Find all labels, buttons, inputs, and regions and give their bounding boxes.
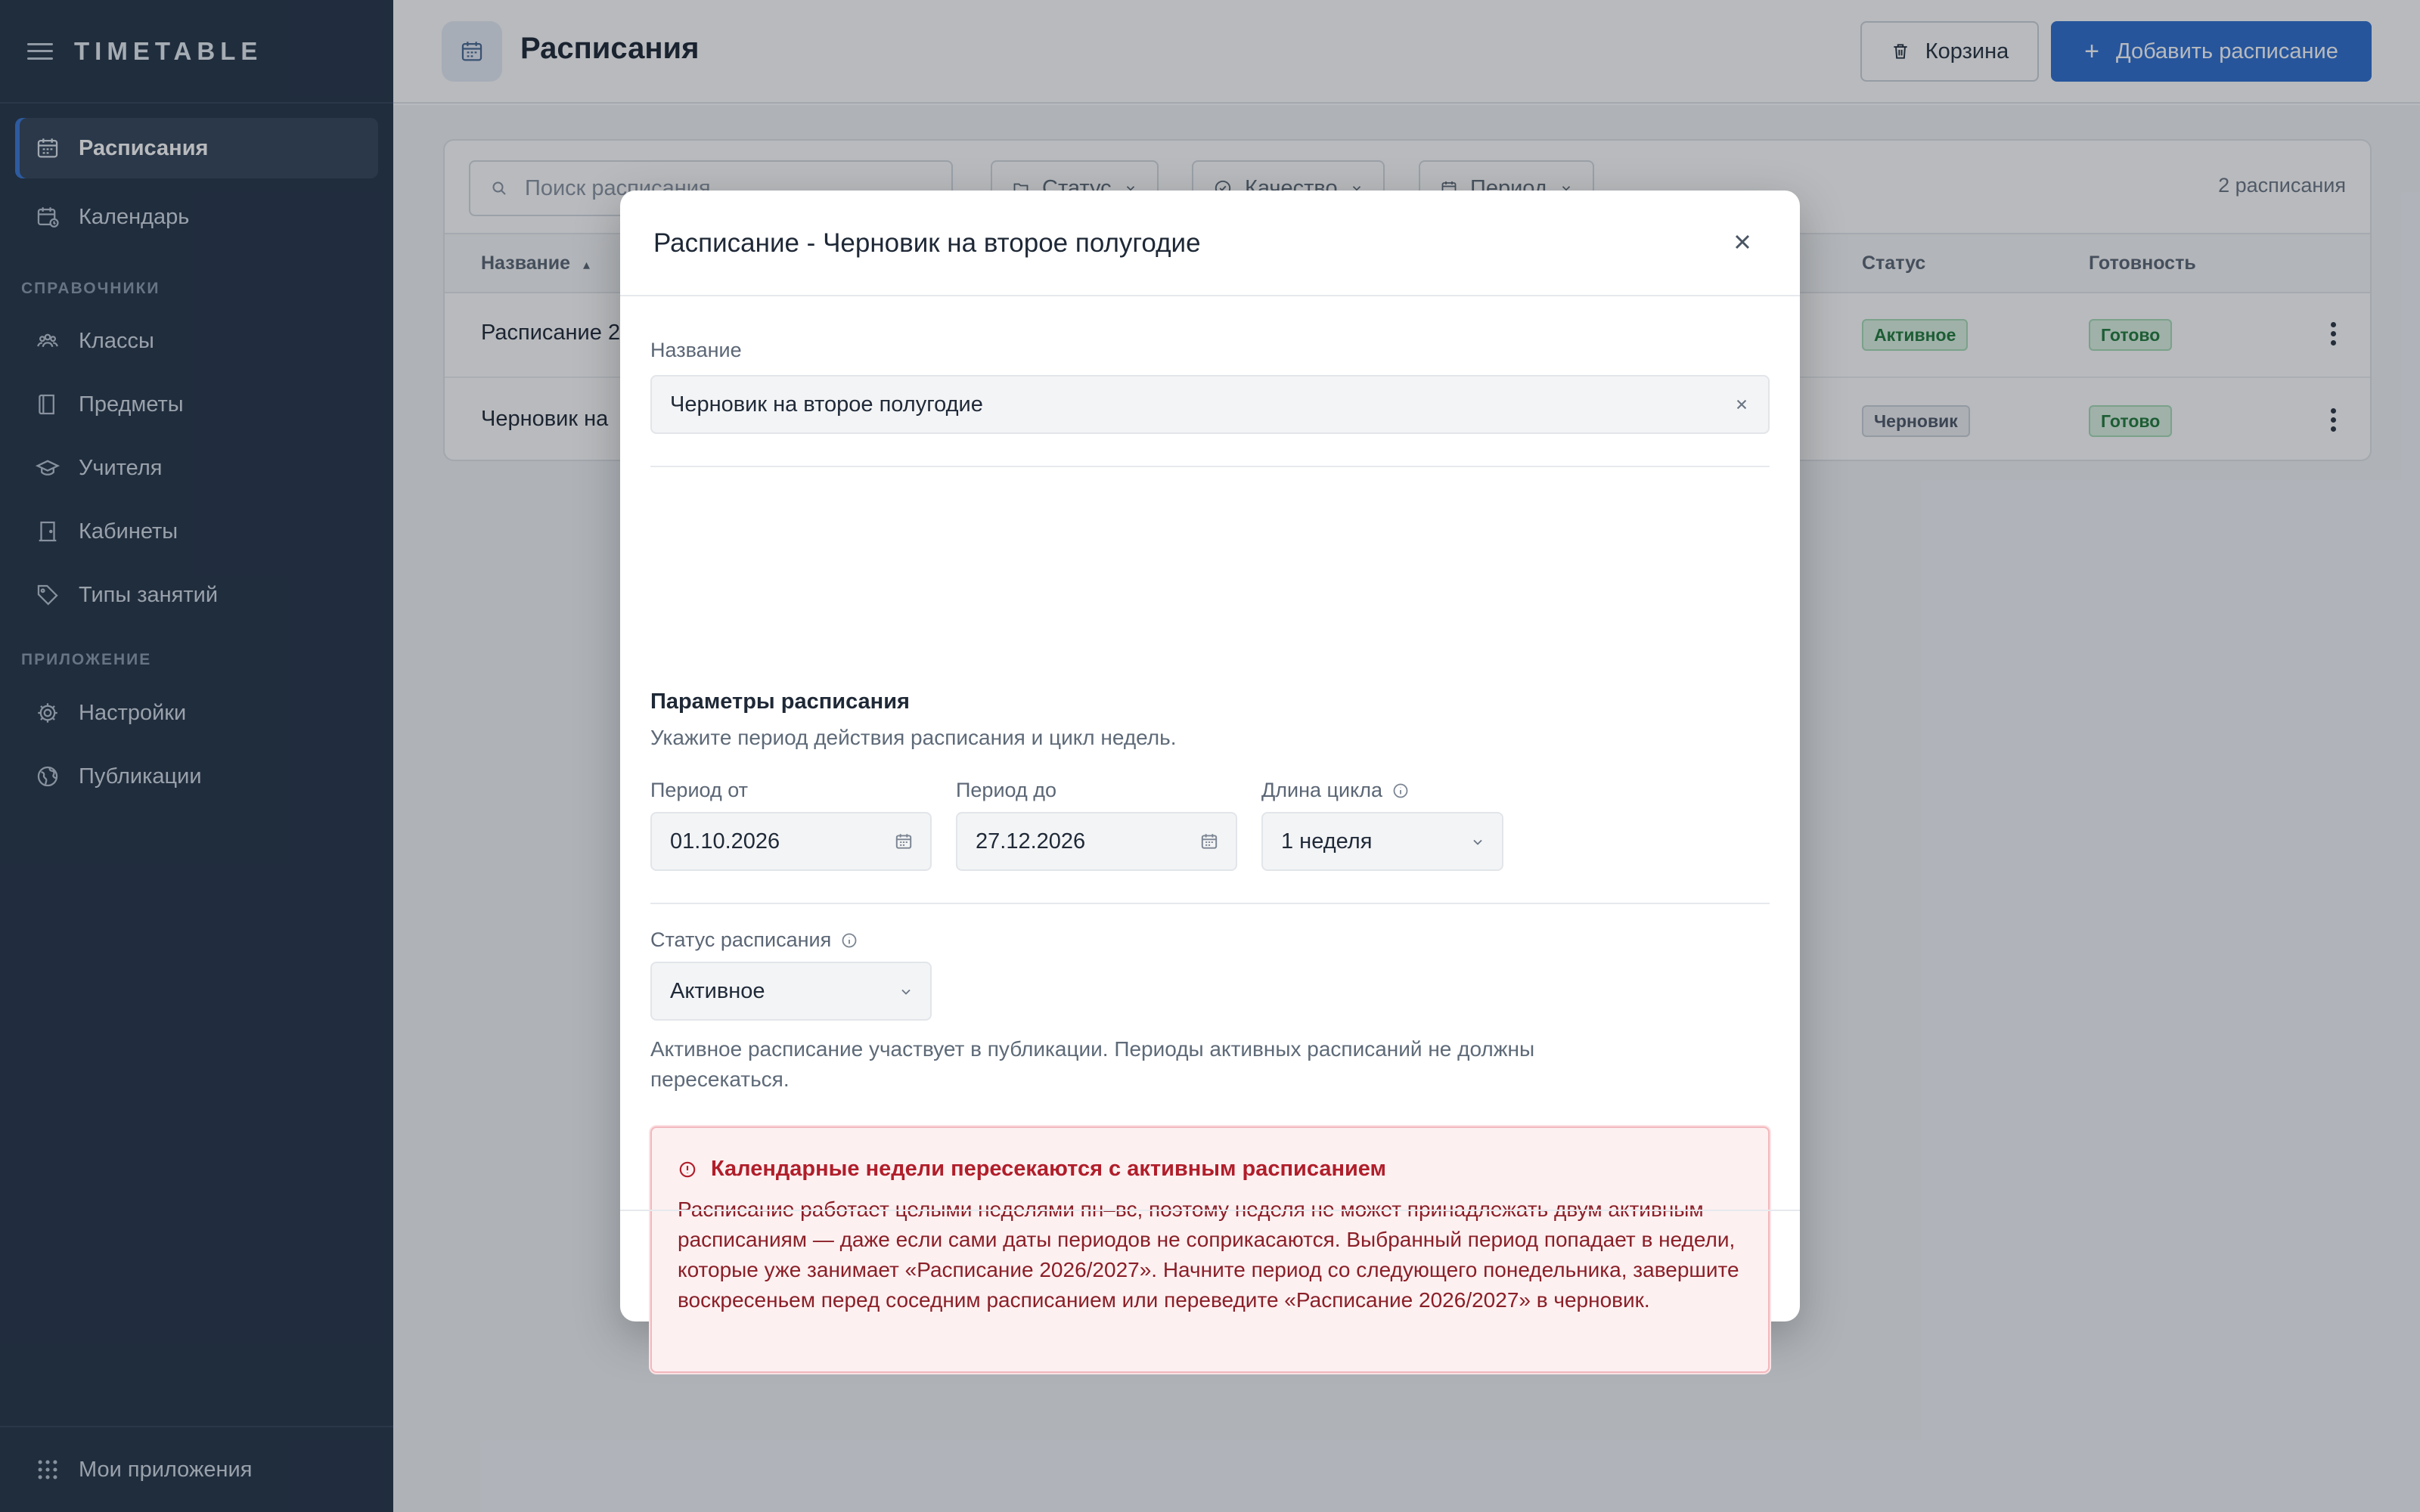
section-title: Параметры расписания: [650, 689, 910, 714]
name-field-label: Название: [650, 339, 742, 361]
name-input-value: Черновик на второе полугодие: [670, 392, 983, 417]
period-to-input[interactable]: 27.12.2026: [956, 812, 1237, 871]
schedule-status-label: Статус расписания: [650, 928, 858, 952]
alert-circle-icon: [679, 1161, 696, 1177]
name-input[interactable]: Черновик на второе полугодие: [650, 375, 1770, 434]
info-icon[interactable]: [840, 931, 858, 950]
cycle-length-value: 1 неделя: [1281, 829, 1373, 854]
dialog-footer-divider: [620, 1210, 1800, 1211]
dialog-header: Расписание - Черновик на второе полугоди…: [620, 191, 1800, 296]
period-from-value: 01.10.2026: [670, 829, 780, 854]
overlap-error-alert: Календарные недели пересекаются с активн…: [650, 1126, 1770, 1373]
cycle-length-label: Длина цикла: [1261, 779, 1410, 802]
calendar-icon[interactable]: [1199, 832, 1219, 851]
period-to-label: Период до: [956, 779, 1056, 801]
period-from-label: Период от: [650, 779, 748, 801]
calendar-icon[interactable]: [894, 832, 914, 851]
period-from-input[interactable]: 01.10.2026: [650, 812, 932, 871]
status-help-text: Активное расписание участвует в публикац…: [650, 1037, 1535, 1091]
period-to-value: 27.12.2026: [976, 829, 1086, 854]
info-icon[interactable]: [1392, 782, 1410, 800]
divider: [650, 903, 1770, 904]
close-icon[interactable]: [1730, 230, 1754, 254]
dialog-title: Расписание - Черновик на второе полугоди…: [653, 228, 1201, 258]
alert-body: Расписание работает целыми неделями пн–в…: [678, 1198, 1739, 1312]
schedule-status-value: Активное: [670, 978, 765, 1003]
clear-icon[interactable]: [1732, 395, 1751, 414]
chevron-down-icon: [901, 989, 911, 995]
alert-title: Календарные недели пересекаются с активн…: [678, 1157, 1386, 1182]
divider: [650, 466, 1770, 467]
schedule-status-select[interactable]: Активное: [650, 962, 932, 1021]
chevron-down-icon: [1473, 839, 1482, 845]
schedule-edit-dialog: Расписание - Черновик на второе полугоди…: [620, 191, 1800, 1373]
cycle-length-select[interactable]: 1 неделя: [1261, 812, 1503, 871]
section-description: Укажите период действия расписания и цик…: [650, 726, 1177, 749]
